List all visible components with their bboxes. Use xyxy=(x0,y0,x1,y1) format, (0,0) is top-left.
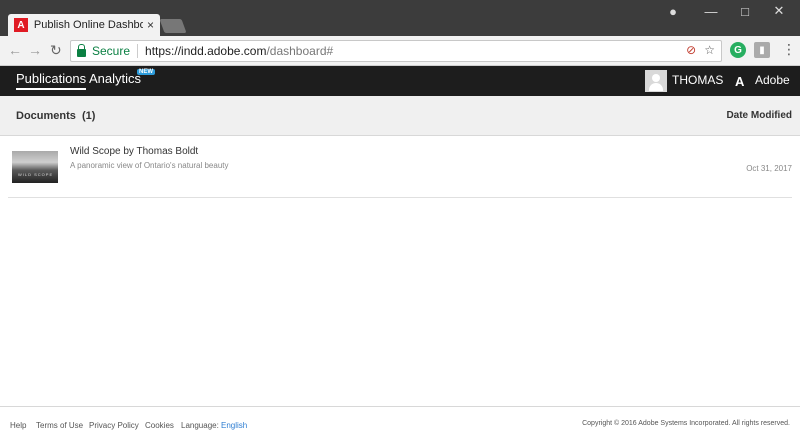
document-title[interactable]: Wild Scope by Thomas Boldt xyxy=(70,146,198,157)
address-bar[interactable]: Secure https://indd.adobe.com /dashboard… xyxy=(70,40,722,62)
close-window-button[interactable]: ✕ xyxy=(762,0,796,22)
maximize-button[interactable]: □ xyxy=(728,0,762,22)
footer-terms-link[interactable]: Terms of Use xyxy=(36,421,83,430)
grammarly-extension-icon[interactable]: G xyxy=(730,42,746,58)
app-nav-bar: Publications Analytics NEW THOMAS A Adob… xyxy=(0,66,800,96)
new-badge: NEW xyxy=(137,69,155,75)
footer-language-link[interactable]: English xyxy=(221,421,247,430)
tab-analytics[interactable]: Analytics xyxy=(89,71,141,86)
trash-extension-icon[interactable]: ▮ xyxy=(754,42,770,58)
tab-publications[interactable]: Publications xyxy=(16,71,87,90)
avatar[interactable] xyxy=(645,70,667,92)
documents-title: Documents (1) xyxy=(16,110,96,122)
date-modified-column[interactable]: Date Modified xyxy=(726,110,792,121)
browser-tab[interactable]: A Publish Online Dashboard × xyxy=(8,14,160,36)
omnibox-divider xyxy=(137,44,139,58)
thumbnail-text: WILD SCOPE xyxy=(18,172,54,177)
footer-cookies-link[interactable]: Cookies xyxy=(145,421,174,430)
footer: Help Terms of Use Privacy Policy Cookies… xyxy=(0,406,800,438)
forward-arrow-icon[interactable]: → xyxy=(28,42,42,58)
browser-menu-icon[interactable]: ⋮ xyxy=(782,41,796,58)
footer-help-link[interactable]: Help xyxy=(10,421,26,430)
tab-close-icon[interactable]: × xyxy=(147,18,154,32)
footer-language-label: Language: xyxy=(181,421,219,430)
browser-titlebar: A Publish Online Dashboard × ● — □ ✕ xyxy=(0,0,800,36)
new-tab-button[interactable] xyxy=(159,19,187,33)
lock-icon xyxy=(77,43,86,57)
tab-title: Publish Online Dashboard xyxy=(33,19,143,31)
document-thumbnail[interactable]: WILD SCOPE xyxy=(12,151,58,183)
profile-icon[interactable]: ● xyxy=(656,0,690,22)
list-item[interactable]: WILD SCOPE Wild Scope by Thomas Boldt A … xyxy=(8,136,792,198)
adobe-logo-icon: A xyxy=(735,74,745,89)
documents-header: Documents (1) Date Modified xyxy=(0,96,800,136)
document-description: A panoramic view of Ontario's natural be… xyxy=(70,161,229,170)
browser-toolbar: ← → ↻ Secure https://indd.adobe.com /das… xyxy=(0,36,800,66)
secure-label: Secure xyxy=(92,44,131,58)
omnibox-icons: ⊘ ☆ xyxy=(686,43,715,57)
reload-icon[interactable]: ↻ xyxy=(50,42,62,59)
footer-privacy-link[interactable]: Privacy Policy xyxy=(89,421,139,430)
bookmark-star-icon[interactable]: ☆ xyxy=(704,43,715,57)
url-host: https://indd.adobe.com xyxy=(145,44,267,58)
adobe-favicon-icon: A xyxy=(14,18,28,32)
copyright-text: Copyright © 2016 Adobe Systems Incorpora… xyxy=(582,420,790,427)
document-date: Oct 31, 2017 xyxy=(746,164,792,173)
minimize-button[interactable]: — xyxy=(694,0,728,22)
site-settings-icon[interactable]: ⊘ xyxy=(686,43,696,57)
user-name[interactable]: THOMAS xyxy=(672,73,723,87)
adobe-label: Adobe xyxy=(755,73,790,87)
back-arrow-icon[interactable]: ← xyxy=(8,42,22,58)
url-path: /dashboard# xyxy=(266,44,334,58)
